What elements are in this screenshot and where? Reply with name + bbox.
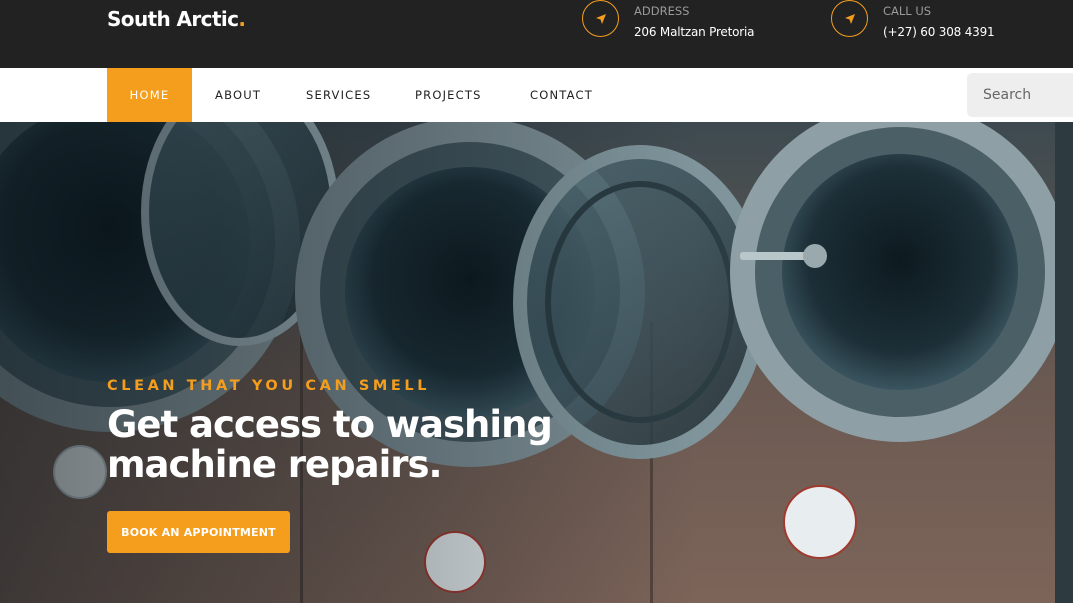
location-arrow-icon [831,0,868,37]
nav-item-home[interactable]: HOME [107,68,192,122]
brand-name: South Arctic [107,7,239,31]
main-nav: HOME ABOUT SERVICES PROJECTS CONTACT [0,68,1073,122]
brand-dot: . [238,7,246,31]
hero-headline: Get access to washing machine repairs. [107,403,553,486]
nav-item-contact[interactable]: CONTACT [530,68,593,122]
hero-section: CLEAN THAT YOU CAN SMELL Get access to w… [0,122,1073,603]
location-arrow-icon [582,0,619,37]
nav-item-services[interactable]: SERVICES [306,68,371,122]
hero-kicker: CLEAN THAT YOU CAN SMELL [107,378,431,394]
top-header-bar: South Arctic. ADDRESS 206 Maltzan Pretor… [0,0,1073,68]
search-input[interactable] [967,73,1073,117]
address-label: ADDRESS [634,4,690,18]
call-label: CALL US [883,4,932,18]
brand-logo[interactable]: South Arctic. [107,7,246,31]
nav-item-about[interactable]: ABOUT [215,68,261,122]
phone-number-link[interactable]: (+27) 60 308 4391 [883,25,995,39]
book-appointment-button[interactable]: BOOK AN APPOINTMENT [107,511,290,553]
nav-item-projects[interactable]: PROJECTS [415,68,482,122]
address-value: 206 Maltzan Pretoria [634,25,755,39]
